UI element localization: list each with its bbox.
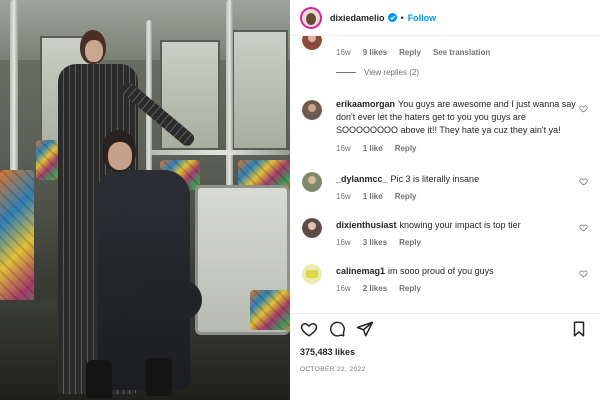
commenter-avatar[interactable] (302, 264, 322, 284)
comment-item: _dylanmcc_ Pic 3 is literally insane 16w … (290, 172, 600, 206)
face (108, 142, 132, 170)
reply-button[interactable]: Reply (399, 284, 421, 293)
bus-window-right (232, 30, 288, 150)
comment-time[interactable]: 16w (336, 238, 351, 247)
commenter-username[interactable]: calinemag1 (336, 266, 385, 276)
bus-seat-front (250, 290, 290, 330)
comment-meta: 16w 9 likes Reply See translation (336, 48, 490, 57)
comment-heart-icon[interactable] (579, 223, 588, 232)
post-photo[interactable] (0, 0, 290, 400)
comment-meta: 16w 1 like Reply (336, 192, 417, 201)
reply-button[interactable]: Reply (399, 48, 421, 57)
comment-time[interactable]: 16w (336, 284, 351, 293)
comment-likes[interactable]: 1 like (363, 144, 383, 153)
comment-meta: 16w 3 likes Reply (336, 238, 421, 247)
follow-button[interactable]: Follow (408, 13, 437, 23)
comment-time[interactable]: 16w (336, 192, 351, 201)
commenter-username[interactable]: _dylanmcc_ (336, 174, 388, 184)
comment-likes[interactable]: 2 likes (363, 284, 387, 293)
bus-seat-right (238, 160, 290, 188)
comment-meta: 16w 2 likes Reply (336, 284, 421, 293)
commenter-username[interactable]: dixienthusiast (336, 220, 397, 230)
comment-heart-icon[interactable] (579, 104, 588, 113)
view-replies-button[interactable]: View replies (2) (336, 68, 419, 77)
comment-item: 16w 9 likes Reply See translation View r… (290, 36, 600, 77)
commenter-username[interactable]: erikaamorgan (336, 99, 395, 109)
bus-seat-back (36, 140, 58, 180)
comment-heart-icon[interactable] (579, 269, 588, 278)
commenter-avatar[interactable] (302, 172, 322, 192)
boot-right (146, 358, 172, 396)
view-replies-label: View replies (2) (364, 68, 419, 77)
comment-body: im sooo proud of you guys (388, 266, 494, 276)
author-username[interactable]: dixiedamelio (330, 13, 385, 23)
comment-meta: 16w 1 like Reply (336, 144, 417, 153)
separator-dot: • (400, 12, 404, 23)
bus-pole-right (226, 0, 233, 190)
post-date[interactable]: OCTOBER 22, 2022 (300, 366, 366, 373)
comment-item: calinemag1 im sooo proud of you guys 16w … (290, 264, 600, 298)
post-actions-bar (290, 313, 600, 343)
comment-body: knowing your impact is top tier (399, 220, 521, 230)
commenter-avatar[interactable] (302, 36, 322, 50)
see-translation-button[interactable]: See translation (433, 48, 490, 57)
comment-body: Pic 3 is literally insane (390, 174, 480, 184)
reply-button[interactable]: Reply (395, 144, 417, 153)
comment-icon[interactable] (328, 320, 346, 338)
replies-line (336, 72, 356, 73)
reply-button[interactable]: Reply (395, 192, 417, 201)
comment-heart-icon[interactable] (579, 177, 588, 186)
comment-text-block: erikaamorgan You guys are awesome and I j… (336, 98, 588, 137)
comment-likes[interactable]: 3 likes (363, 238, 387, 247)
face (85, 40, 103, 62)
comment-text-block: _dylanmcc_ Pic 3 is literally insane (336, 173, 588, 186)
comment-likes[interactable]: 1 like (363, 192, 383, 201)
comments-list[interactable]: 16w 9 likes Reply See translation View r… (290, 36, 600, 313)
comment-item: dixienthusiast knowing your impact is top… (290, 218, 600, 252)
comment-time[interactable]: 16w (336, 144, 351, 153)
knee (132, 280, 202, 320)
post-header: dixiedamelio • Follow (290, 0, 600, 36)
likes-count[interactable]: 375,483 likes (300, 347, 355, 357)
reply-button[interactable]: Reply (399, 238, 421, 247)
share-icon[interactable] (356, 320, 374, 338)
comment-item: erikaamorgan You guys are awesome and I j… (290, 98, 600, 158)
commenter-avatar[interactable] (302, 100, 322, 120)
comment-text-block: dixienthusiast knowing your impact is top… (336, 219, 588, 232)
comment-text-block: calinemag1 im sooo proud of you guys (336, 265, 588, 278)
author-avatar[interactable] (300, 6, 322, 29)
comment-likes[interactable]: 9 likes (363, 48, 387, 57)
comments-panel: dixiedamelio • Follow 16w 9 likes Reply … (290, 0, 600, 400)
comment-time[interactable]: 16w (336, 48, 351, 57)
heart-icon[interactable] (300, 320, 318, 338)
commenter-avatar[interactable] (302, 218, 322, 238)
boot-left (86, 360, 112, 398)
verified-badge-icon (387, 13, 397, 22)
instagram-post-window: dixiedamelio • Follow 16w 9 likes Reply … (0, 0, 600, 400)
bookmark-icon[interactable] (570, 320, 588, 338)
